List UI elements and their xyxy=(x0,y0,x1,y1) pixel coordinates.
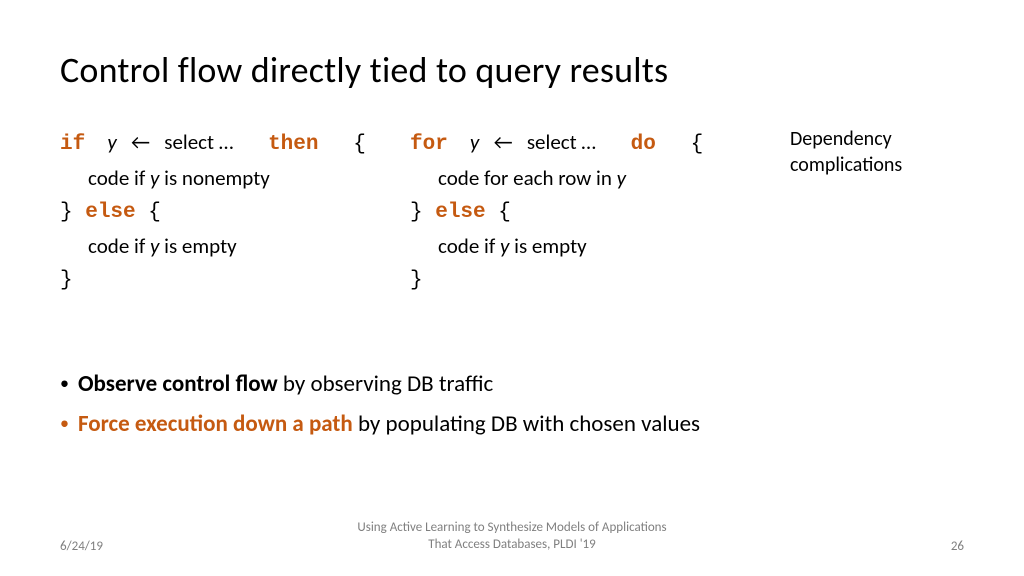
text: is empty xyxy=(509,233,586,259)
bullet-item: • Force execution down a path by populat… xyxy=(60,408,964,440)
space xyxy=(661,133,686,156)
footer-line: Using Active Learning to Synthesize Mode… xyxy=(160,520,864,537)
code-line: code for each row in y xyxy=(410,162,770,195)
space xyxy=(517,129,522,155)
space xyxy=(155,129,160,155)
bullet-dot-icon: • xyxy=(60,408,78,440)
code-line: if y ← select … then { xyxy=(60,126,400,162)
text: code for each row in xyxy=(438,165,617,191)
text: code if xyxy=(438,233,500,259)
arrow-icon: ← xyxy=(131,129,150,155)
bullet-emph: Observe control flow xyxy=(78,370,278,398)
slide-footer: 6/24/19 Using Active Learning to Synthes… xyxy=(0,520,1024,554)
bullet-list: • Observe control flow by observing DB t… xyxy=(60,368,964,440)
brace: { xyxy=(136,201,161,224)
space xyxy=(238,133,263,156)
space xyxy=(484,129,489,155)
footer-line: That Access Databases, PLDI '19 xyxy=(160,537,864,554)
code-line: code if y is nonempty xyxy=(60,162,400,195)
bullet-text: Observe control flow by observing DB tra… xyxy=(78,368,493,400)
var-y: y xyxy=(617,165,626,191)
text: is empty xyxy=(159,233,236,259)
bullet-dot-icon: • xyxy=(60,368,78,400)
space xyxy=(453,133,466,156)
footer-date: 6/24/19 xyxy=(60,539,160,554)
keyword-do: do xyxy=(631,133,656,156)
brace: } xyxy=(60,201,85,224)
bullet-emph: Force execution down a path xyxy=(78,410,353,438)
footer-title: Using Active Learning to Synthesize Mode… xyxy=(160,520,864,554)
slide-title: Control flow directly tied to query resu… xyxy=(60,48,964,92)
bullet-item: • Observe control flow by observing DB t… xyxy=(60,368,964,400)
code-line: } else { xyxy=(410,194,770,230)
var-y: y xyxy=(470,129,479,155)
brace: { xyxy=(486,201,511,224)
code-columns: if y ← select … then { code if y is none… xyxy=(60,126,964,298)
side-note-line: complications xyxy=(790,152,902,178)
select-text: select … xyxy=(527,129,596,155)
keyword-for: for xyxy=(410,133,448,156)
text: code if xyxy=(88,233,150,259)
bullet-text: Force execution down a path by populatin… xyxy=(78,408,700,440)
side-note-line: Dependency xyxy=(790,126,902,152)
space xyxy=(90,133,103,156)
code-line: } xyxy=(60,262,400,298)
text: code if xyxy=(88,165,150,191)
keyword-if: if xyxy=(60,133,85,156)
var-y: y xyxy=(150,233,159,259)
code-block-if: if y ← select … then { code if y is none… xyxy=(60,126,400,298)
space xyxy=(601,133,626,156)
brace: { xyxy=(353,133,366,156)
brace: { xyxy=(691,133,704,156)
var-y: y xyxy=(500,233,509,259)
code-line: for y ← select … do { xyxy=(410,126,770,162)
code-line: } xyxy=(410,262,770,298)
code-block-for: for y ← select … do { code for each row … xyxy=(410,126,770,298)
space xyxy=(323,133,348,156)
code-line: code if y is empty xyxy=(410,230,770,263)
brace: } xyxy=(60,269,73,292)
var-y: y xyxy=(150,165,159,191)
brace: } xyxy=(410,201,435,224)
arrow-icon: ← xyxy=(494,129,513,155)
text: is nonempty xyxy=(159,165,269,191)
side-note: Dependency complications xyxy=(790,126,902,298)
footer-page: 26 xyxy=(864,539,964,554)
brace: } xyxy=(410,269,423,292)
select-text: select … xyxy=(164,129,233,155)
var-y: y xyxy=(107,129,116,155)
bullet-rest: by observing DB traffic xyxy=(278,370,494,398)
bullet-rest: by populating DB with chosen values xyxy=(353,410,700,438)
keyword-else: else xyxy=(435,201,485,224)
code-line: code if y is empty xyxy=(60,230,400,263)
keyword-else: else xyxy=(85,201,135,224)
keyword-then: then xyxy=(268,133,318,156)
space xyxy=(121,129,126,155)
slide: Control flow directly tied to query resu… xyxy=(0,0,1024,576)
code-line: } else { xyxy=(60,194,400,230)
